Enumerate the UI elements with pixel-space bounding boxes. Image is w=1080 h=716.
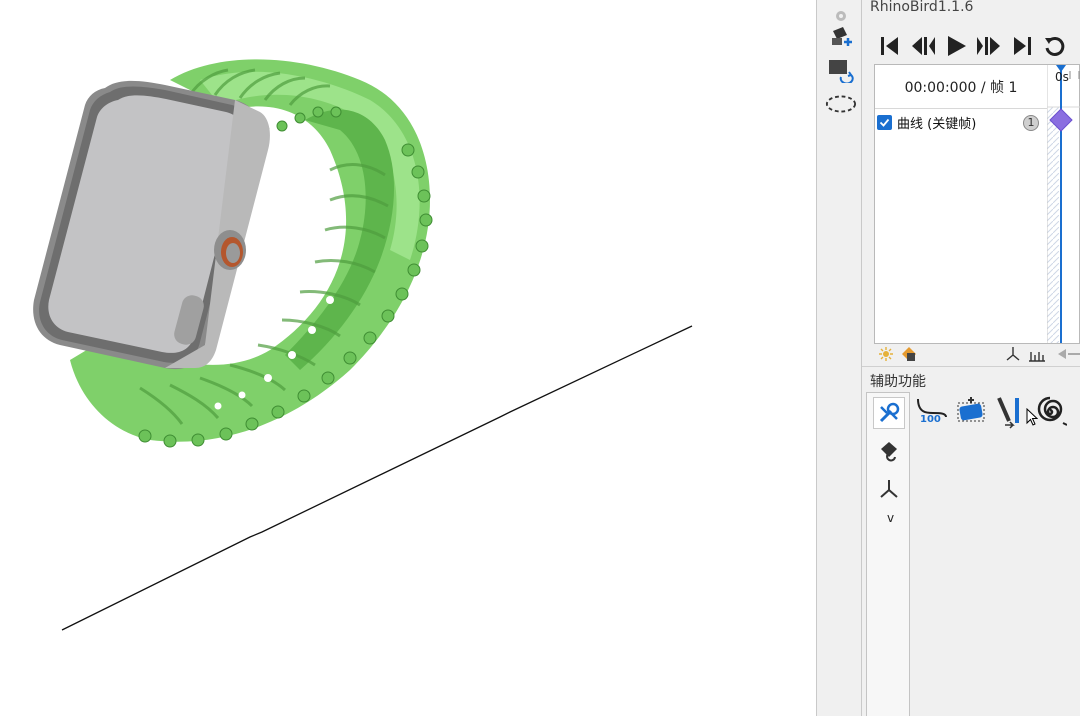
add-object-icon[interactable] — [825, 22, 857, 50]
aux-section-header: 辅助功能 — [862, 366, 1080, 392]
bar-scale-icon — [1029, 352, 1045, 362]
light-icon — [879, 347, 893, 361]
track-label: 曲线 (关键帧) — [897, 116, 977, 132]
left-toolbar — [816, 0, 862, 716]
mouse-cursor-icon — [1026, 407, 1039, 430]
material-icon — [902, 347, 916, 361]
step-back-icon[interactable] — [909, 32, 937, 60]
timeline-ruler[interactable]: 0s — [1046, 65, 1080, 343]
scroll-left-icon — [1058, 349, 1080, 359]
track-count-badge: 1 — [1023, 115, 1039, 131]
dashed-ellipse-icon[interactable] — [825, 90, 857, 118]
go-to-start-icon[interactable] — [876, 32, 904, 60]
box-select-icon[interactable] — [954, 394, 990, 430]
viewport-scene — [33, 59, 693, 631]
go-to-end-icon[interactable] — [1008, 32, 1036, 60]
checkmark-icon — [879, 118, 890, 127]
aux-section-title: 辅助功能 — [870, 374, 926, 390]
aux-tools: 100 — [914, 394, 1080, 434]
ruler-label: 0s — [1055, 70, 1069, 84]
aux-tools-icon[interactable] — [873, 397, 905, 429]
axis-tool-icon[interactable] — [873, 473, 905, 505]
timeline-footer — [874, 344, 1080, 364]
loop-icon[interactable] — [1041, 32, 1069, 60]
track-list: 曲线 (关键帧) 1 — [875, 108, 1047, 343]
track-checkbox[interactable] — [877, 114, 892, 130]
aux-category-bar: v — [866, 392, 910, 716]
panel-title: RhinoBird1.1.6 — [870, 0, 974, 15]
more-chevron-icon[interactable]: v — [887, 511, 894, 525]
step-forward-icon[interactable] — [975, 32, 1003, 60]
viewport-3d[interactable] — [0, 0, 816, 716]
curve-divide-label: 100 — [920, 414, 941, 425]
transport-controls — [876, 32, 1069, 62]
track-row[interactable]: 曲线 (关键帧) — [875, 110, 1017, 134]
replace-object-icon[interactable] — [825, 56, 857, 84]
material-link-icon[interactable] — [873, 435, 905, 467]
blend-curve-icon[interactable] — [994, 394, 1030, 430]
curve-divide-icon[interactable]: 100 — [914, 394, 950, 430]
timecode-display: 00:00:000 / 帧 1 — [904, 80, 1018, 96]
axis-icon — [1006, 347, 1020, 361]
watch-case — [33, 80, 270, 370]
rhinobird-panel: RhinoBird1.1.6 00:00:000 / 帧 1 0s 曲线 (关键… — [862, 0, 1080, 716]
timeline[interactable]: 00:00:000 / 帧 1 0s 曲线 (关键帧) 1 — [874, 64, 1080, 344]
play-icon[interactable] — [942, 32, 970, 60]
